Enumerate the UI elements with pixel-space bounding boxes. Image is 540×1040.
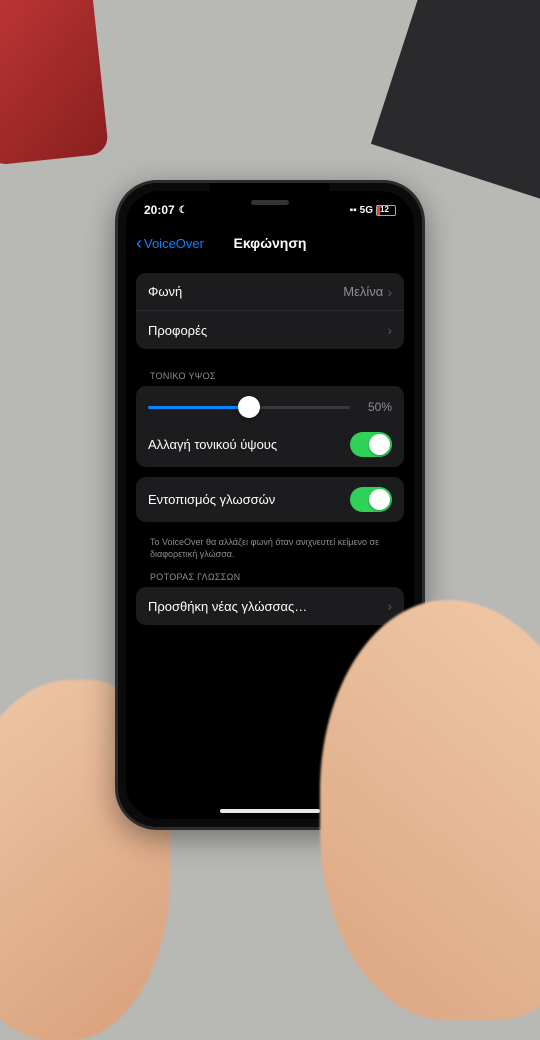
accents-label: Προφορές — [148, 323, 387, 338]
pitch-slider-row: 50% — [136, 386, 404, 422]
signal-icon: ▪▪ — [350, 205, 357, 216]
voice-settings-group: Φωνή Μελίνα › Προφορές › — [136, 273, 404, 349]
back-label: VoiceOver — [144, 236, 204, 251]
chevron-right-icon: › — [387, 322, 392, 338]
do-not-disturb-icon: ☾ — [179, 205, 188, 216]
change-pitch-label: Αλλαγή τονικού ύψους — [148, 437, 350, 452]
detect-languages-footer: Το VoiceOver θα αλλάζει φωνή όταν ανιχνε… — [136, 532, 404, 560]
pitch-group: 50% Αλλαγή τονικού ύψους — [136, 386, 404, 467]
add-language-label: Προσθήκη νέας γλώσσας… — [148, 599, 387, 614]
detect-languages-toggle[interactable] — [350, 487, 392, 512]
home-indicator[interactable] — [220, 809, 320, 813]
chevron-right-icon: › — [387, 598, 392, 614]
voice-label: Φωνή — [148, 284, 343, 299]
detect-languages-group: Εντοπισμός γλωσσών — [136, 477, 404, 522]
page-title: Εκφώνηση — [234, 235, 307, 251]
battery-level: 12 — [380, 205, 389, 214]
slider-thumb[interactable] — [238, 396, 260, 418]
voice-row[interactable]: Φωνή Μελίνα › — [136, 273, 404, 311]
network-type: 5G — [360, 205, 373, 216]
rotor-header: ΡΟΤΟΡΑΣ ΓΛΩΣΣΩΝ — [136, 560, 404, 587]
rotor-group: Προσθήκη νέας γλώσσας… › — [136, 587, 404, 625]
change-pitch-row: Αλλαγή τονικού ύψους — [136, 422, 404, 467]
voice-value: Μελίνα — [343, 284, 383, 299]
chevron-right-icon: › — [387, 284, 392, 300]
pitch-slider[interactable] — [148, 406, 350, 409]
status-time: 20:07 — [144, 203, 175, 217]
back-button[interactable]: ‹ VoiceOver — [136, 234, 204, 252]
chevron-left-icon: ‹ — [136, 234, 142, 252]
pitch-header: ΤΟΝΙΚΟ ΥΨΟΣ — [136, 359, 404, 386]
add-language-row[interactable]: Προσθήκη νέας γλώσσας… › — [136, 587, 404, 625]
accents-row[interactable]: Προφορές › — [136, 311, 404, 349]
navigation-bar: ‹ VoiceOver Εκφώνηση — [126, 225, 414, 261]
detect-languages-row: Εντοπισμός γλωσσών — [136, 477, 404, 522]
pitch-percent: 50% — [360, 400, 392, 414]
detect-languages-label: Εντοπισμός γλωσσών — [148, 492, 350, 507]
background-red-object — [0, 0, 109, 166]
phone-notch — [210, 183, 330, 207]
battery-icon: 12 — [376, 205, 396, 216]
hand-right — [320, 600, 540, 1020]
speaker-grille — [251, 200, 289, 205]
change-pitch-toggle[interactable] — [350, 432, 392, 457]
background-dark-object — [371, 0, 540, 206]
